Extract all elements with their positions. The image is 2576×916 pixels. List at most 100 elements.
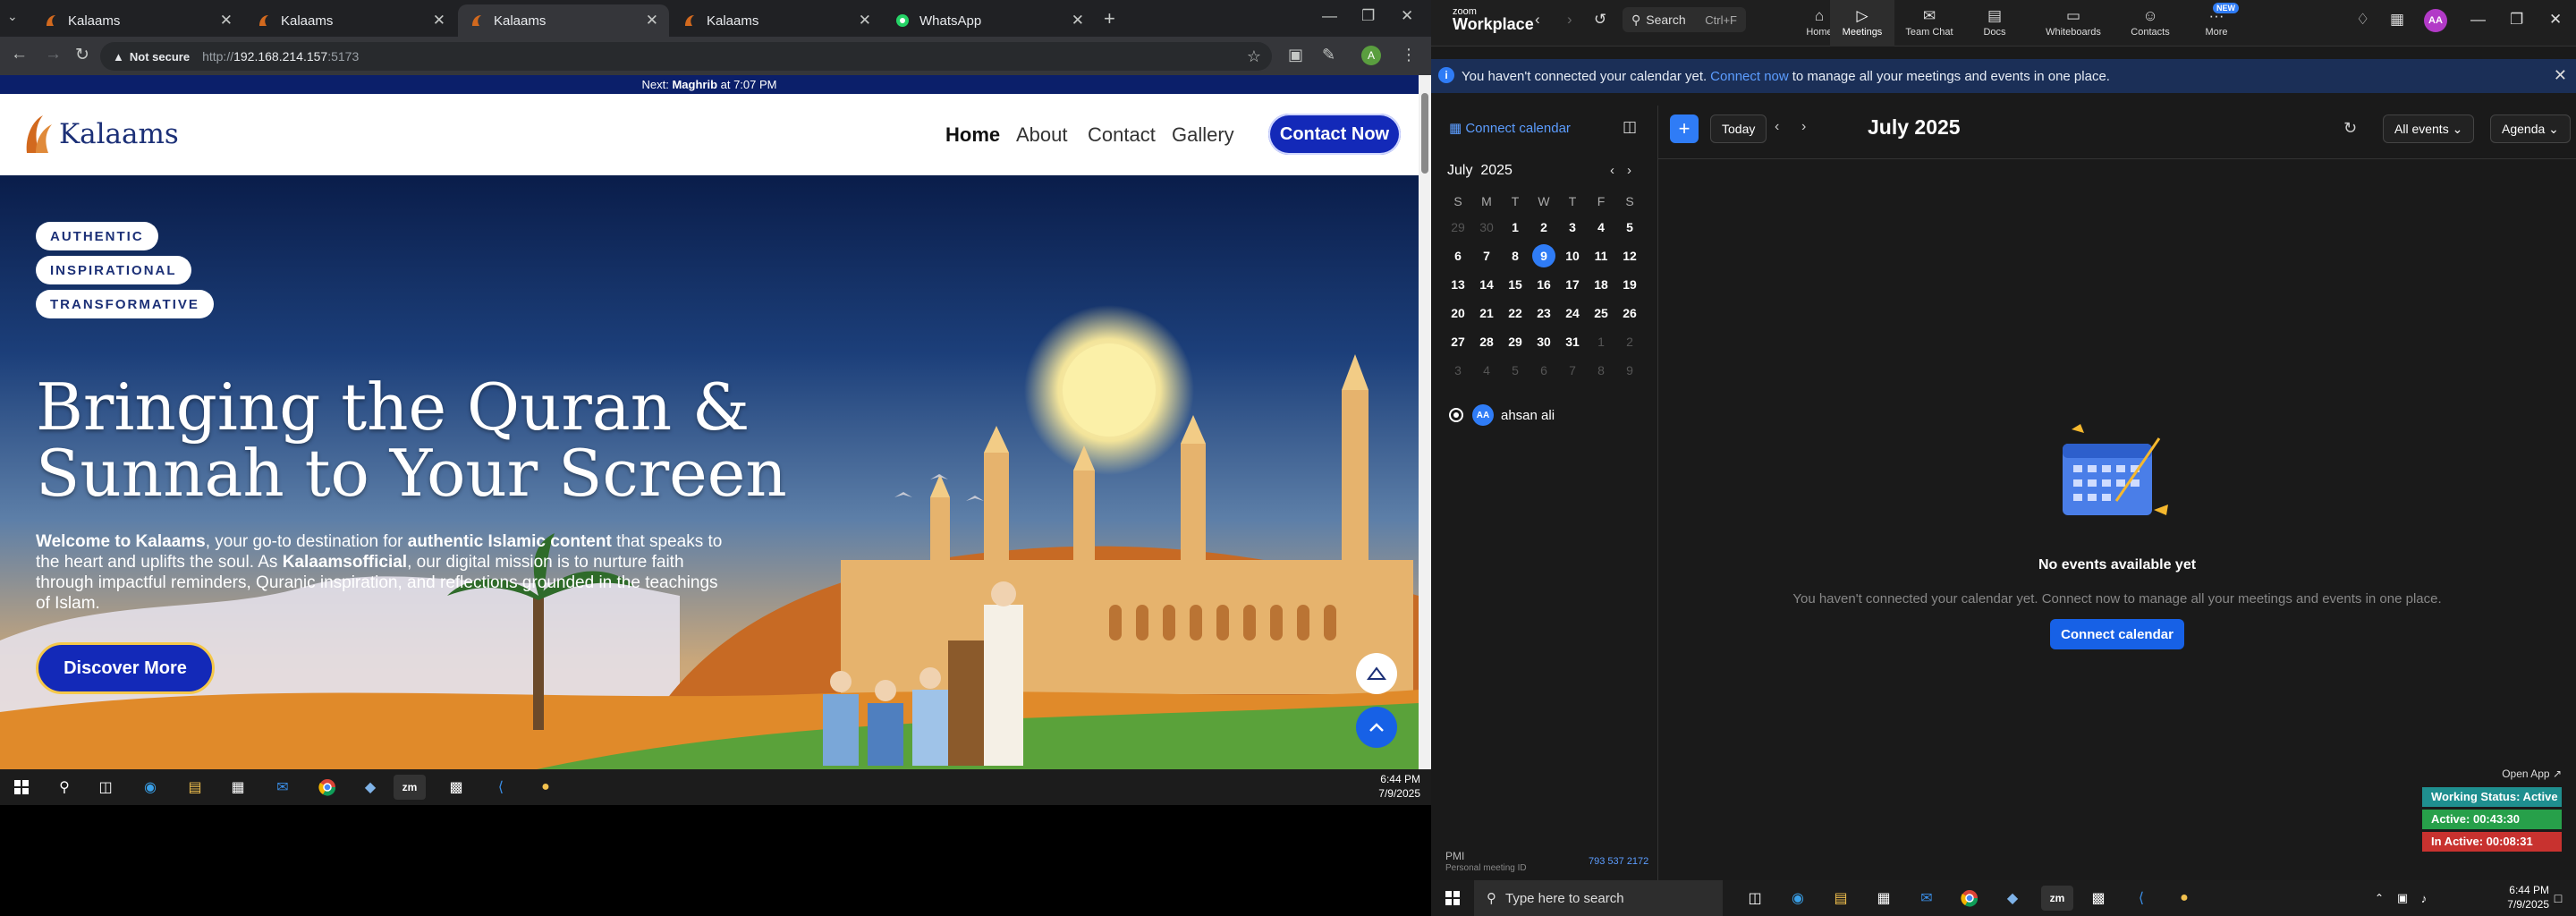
forward-icon[interactable]: › [1567,11,1572,29]
tab-close-icon[interactable]: ✕ [646,12,658,30]
calendar-icon[interactable]: ▦ [2390,11,2404,29]
calendar-day[interactable]: 30 [1530,327,1558,356]
address-bar[interactable]: ▲ Not secure http://192.168.214.157:5173… [100,42,1272,71]
restore-icon[interactable]: ❐ [1361,7,1375,25]
close-banner-icon[interactable]: ✕ [2554,66,2567,85]
store-icon[interactable]: ▦ [1871,886,1896,911]
connect-calendar-button[interactable]: Connect calendar [2050,619,2184,649]
view-selector[interactable]: Agenda ⌄ [2490,114,2571,143]
tab-kalaams-4[interactable]: Kalaams ✕ [671,4,882,37]
calendar-day[interactable]: 31 [1558,327,1587,356]
taskbar-search[interactable]: ⚲ Type here to search [1474,880,1723,916]
calendar-day[interactable]: 16 [1530,270,1558,299]
calendar-day[interactable]: 8 [1587,356,1615,385]
calendar-day[interactable]: 3 [1558,213,1587,242]
windows-start-icon[interactable] [9,775,34,800]
windows-start-icon[interactable] [1440,886,1465,911]
discover-more-button[interactable]: Discover More [36,642,215,694]
bell-icon[interactable]: ♢ [2356,11,2369,29]
zoom-taskbar-icon[interactable]: zm [2041,886,2073,911]
refresh-icon[interactable]: ↻ [2343,119,2357,138]
calendar-day[interactable]: 9 [1615,356,1644,385]
app-icon-2[interactable]: ● [533,775,558,800]
file-explorer-icon[interactable]: ▤ [1828,886,1853,911]
prev-icon[interactable]: ‹ [1775,119,1779,135]
warning-icon[interactable]: ▲ [113,50,124,64]
calendar-day[interactable]: 8 [1501,242,1530,270]
browser-menu-icon[interactable]: ⋮ [1401,46,1417,64]
calendar-day[interactable]: 21 [1472,299,1501,327]
new-event-button[interactable]: + [1670,114,1699,143]
calendar-day[interactable]: 19 [1615,270,1644,299]
taskbar-clock[interactable]: 6:44 PM 7/9/2025 [2507,883,2549,912]
nav-about[interactable]: About [1016,123,1068,147]
search-icon[interactable]: ⚲ [52,775,77,800]
calendar-day[interactable]: 3 [1444,356,1472,385]
tab-close-icon[interactable]: ✕ [220,12,233,30]
calendar-day[interactable]: 29 [1501,327,1530,356]
chat-widget-button[interactable] [1356,653,1397,694]
mail-icon[interactable]: ✉ [270,775,295,800]
store-icon[interactable]: ▦ [225,775,250,800]
tab-whatsapp[interactable]: WhatsApp ✕ [884,4,1095,37]
vscode-icon[interactable]: ⟨ [2129,886,2154,911]
calendar-day[interactable]: 18 [1587,270,1615,299]
task-view-icon[interactable]: ◫ [1742,886,1767,911]
back-icon[interactable]: ← [11,45,28,64]
calendar-day[interactable]: 4 [1587,213,1615,242]
calendar-day[interactable]: 22 [1501,299,1530,327]
history-icon[interactable]: ↺ [1594,11,1606,29]
page-scrollbar[interactable] [1419,75,1431,769]
back-icon[interactable]: ‹ [1535,11,1540,29]
edge-icon[interactable]: ◉ [1785,886,1810,911]
calendar-day[interactable]: 17 [1558,270,1587,299]
user-radio[interactable] [1449,408,1463,422]
tab-kalaams-2[interactable]: Kalaams ✕ [245,4,456,37]
calendar-day[interactable]: 7 [1558,356,1587,385]
calendar-day-today[interactable]: 9 [1530,242,1558,270]
calendar-day[interactable]: 14 [1472,270,1501,299]
tab-kalaams-1[interactable]: Kalaams ✕ [32,4,243,37]
minimize-icon[interactable]: — [2470,11,2486,29]
user-avatar[interactable]: AA [2424,9,2447,32]
calendar-day[interactable]: 5 [1501,356,1530,385]
month-nav-arrows[interactable]: ‹› [1610,163,1644,178]
close-window-icon[interactable]: ✕ [2549,11,2562,29]
next-icon[interactable]: › [1801,119,1806,135]
forward-icon[interactable]: → [45,45,62,64]
calendar-day[interactable]: 26 [1615,299,1644,327]
open-app-link[interactable]: Open App ↗ [2422,768,2562,780]
scroll-top-button[interactable] [1356,707,1397,748]
calendar-day[interactable]: 5 [1615,213,1644,242]
calendar-day[interactable]: 2 [1615,327,1644,356]
notifications-icon[interactable]: □ [2546,886,2571,911]
volume-icon[interactable]: ♪ [2411,886,2436,911]
calendar-day[interactable]: 27 [1444,327,1472,356]
tab-contacts[interactable]: ☺ Contacts [2118,0,2182,47]
terminal-icon[interactable]: ▩ [2086,886,2111,911]
app-icon[interactable]: ◆ [2000,886,2025,911]
calendar-day[interactable]: 2 [1530,213,1558,242]
tray-chevron-icon[interactable]: ⌃ [2367,886,2392,911]
calendar-day[interactable]: 29 [1444,213,1472,242]
calendar-day[interactable]: 1 [1587,327,1615,356]
file-explorer-icon[interactable]: ▤ [182,775,208,800]
extensions-icon[interactable]: ✎ [1322,46,1335,64]
calendar-day[interactable]: 1 [1501,213,1530,242]
bookmark-star-icon[interactable]: ☆ [1247,47,1261,66]
calendar-day[interactable]: 20 [1444,299,1472,327]
calendar-day[interactable]: 10 [1558,242,1587,270]
tab-close-icon[interactable]: ✕ [1072,12,1084,30]
nav-gallery[interactable]: Gallery [1172,123,1234,147]
connect-now-link[interactable]: Connect now [1710,69,1789,84]
chrome-icon[interactable] [1957,886,1982,911]
security-label[interactable]: Not secure [130,50,190,64]
contact-now-button[interactable]: Contact Now [1268,114,1401,155]
calendar-day[interactable]: 4 [1472,356,1501,385]
mail-icon[interactable]: ✉ [1914,886,1939,911]
tab-close-icon[interactable]: ✕ [433,12,445,30]
connect-calendar-link[interactable]: ▦ Connect calendar [1449,120,1571,136]
tab-docs[interactable]: ▤ Docs [1962,0,2027,47]
url-text[interactable]: http://192.168.214.157:5173 [202,49,359,64]
new-tab-icon[interactable]: + [1104,7,1115,30]
